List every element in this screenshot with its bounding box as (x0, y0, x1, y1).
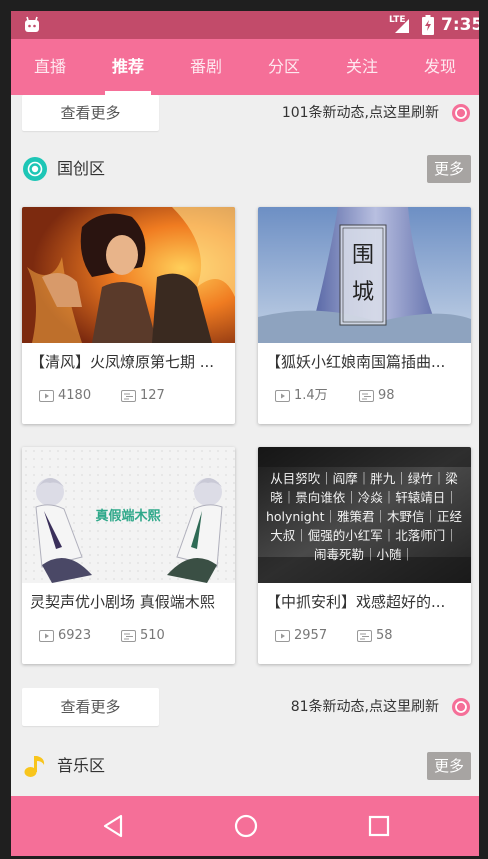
video-thumbnail[interactable]: 真假端木熙 (22, 447, 235, 583)
video-card[interactable]: 真假端木熙 灵契声优小剧场 真假端木熙 6923 510 (22, 447, 235, 664)
video-title[interactable]: 【清风】火凤燎原第七期 ... (30, 343, 229, 381)
thumbnail-text-line: 从目努吹｜阎摩｜胖九｜绿竹｜梁 (270, 471, 458, 486)
tab-recommend[interactable]: 推荐 (89, 39, 167, 95)
battery-charging-icon (422, 15, 434, 35)
section-header-guochuang: 国创区 更多 (11, 152, 479, 186)
refresh-link[interactable]: 101条新动态,点这里刷新 (282, 95, 439, 131)
music-note-icon (24, 756, 45, 777)
video-card[interactable]: 从目努吹｜阎摩｜胖九｜绿竹｜梁 晓｜景向谁依｜冷焱｜轩辕靖日｜ holynigh… (258, 447, 471, 664)
section-more-button[interactable]: 更多 (427, 752, 471, 780)
app-notification-icon (25, 16, 39, 32)
video-thumbnail[interactable]: 围 城 (258, 207, 471, 343)
section-title: 音乐区 (57, 756, 106, 775)
thumbnail-art-name-list: 从目努吹｜阎摩｜胖九｜绿竹｜梁 晓｜景向谁依｜冷焱｜轩辕靖日｜ holynigh… (258, 447, 471, 583)
danmaku-icon (121, 390, 136, 402)
guochuang-section-icon (23, 157, 47, 181)
thumbnail-art-twin-characters: 真假端木熙 (22, 447, 235, 583)
refresh-row-top: 查看更多 101条新动态,点这里刷新 (11, 95, 479, 135)
thumbnail-text-line: 晓｜景向谁依｜冷焱｜轩辕靖日｜ (270, 490, 458, 505)
video-title[interactable]: 【狐妖小红娘南国篇插曲... (266, 343, 465, 381)
section-header-music: 音乐区 更多 (11, 749, 479, 783)
video-title[interactable]: 【中抓安利】戏感超好的... (266, 583, 465, 621)
tab-following[interactable]: 关注 (323, 39, 401, 95)
thumbnail-art-tree-scroll: 围 城 (258, 207, 471, 343)
tab-live[interactable]: 直播 (11, 39, 89, 95)
back-icon[interactable] (99, 811, 129, 841)
top-tab-bar: 直播 推荐 番剧 分区 关注 发现 (11, 39, 479, 95)
recent-apps-icon[interactable] (364, 811, 394, 841)
play-count-icon (275, 390, 290, 402)
view-more-button[interactable]: 查看更多 (22, 95, 159, 131)
phone-screen: LTE 7:35 直播 推荐 番剧 分区 关注 发现 查看更多 101条新动态,… (11, 11, 479, 856)
refresh-link[interactable]: 81条新动态,点这里刷新 (291, 688, 439, 726)
danmaku-icon (121, 630, 136, 642)
tab-anime[interactable]: 番剧 (167, 39, 245, 95)
section-more-button[interactable]: 更多 (427, 155, 471, 183)
play-count-icon (39, 390, 54, 402)
thumbnail-text-line: holynight｜雅策君｜木野信｜正经 (266, 509, 463, 524)
system-navigation-bar (11, 796, 479, 856)
svg-text:围: 围 (352, 243, 374, 268)
tab-categories[interactable]: 分区 (245, 39, 323, 95)
danmaku-icon (357, 630, 372, 642)
thumbnail-text-line: 闹毒死勒｜小随｜ (314, 547, 414, 562)
refresh-icon[interactable] (451, 103, 471, 123)
play-count-icon (275, 630, 290, 642)
danmaku-icon (359, 390, 374, 402)
home-icon[interactable] (231, 811, 261, 841)
refresh-row-bottom: 查看更多 81条新动态,点这里刷新 (11, 688, 479, 728)
view-more-button[interactable]: 查看更多 (22, 688, 159, 726)
video-thumbnail[interactable] (22, 207, 235, 343)
status-bar: LTE 7:35 (11, 11, 479, 39)
video-title[interactable]: 灵契声优小剧场 真假端木熙 (30, 583, 229, 621)
clock: 7:35 (441, 15, 479, 35)
svg-text:城: 城 (352, 280, 374, 305)
video-card[interactable]: 【清风】火凤燎原第七期 ... 4180 127 (22, 207, 235, 424)
signal-icon (395, 19, 409, 33)
play-count-icon (39, 630, 54, 642)
video-thumbnail[interactable]: 从目努吹｜阎摩｜胖九｜绿竹｜梁 晓｜景向谁依｜冷焱｜轩辕靖日｜ holynigh… (258, 447, 471, 583)
video-card[interactable]: 围 城 【狐妖小红娘南国篇插曲... 1.4万 98 (258, 207, 471, 424)
tab-discover[interactable]: 发现 (401, 39, 479, 95)
thumbnail-art-fire-warrior (22, 207, 235, 343)
refresh-icon[interactable] (451, 697, 471, 717)
thumbnail-text-line: 大叔｜倔强的小红军｜北落师门｜ (270, 528, 458, 543)
thumbnail-overlay-text: 真假端木熙 (95, 508, 160, 524)
section-title: 国创区 (57, 159, 106, 178)
